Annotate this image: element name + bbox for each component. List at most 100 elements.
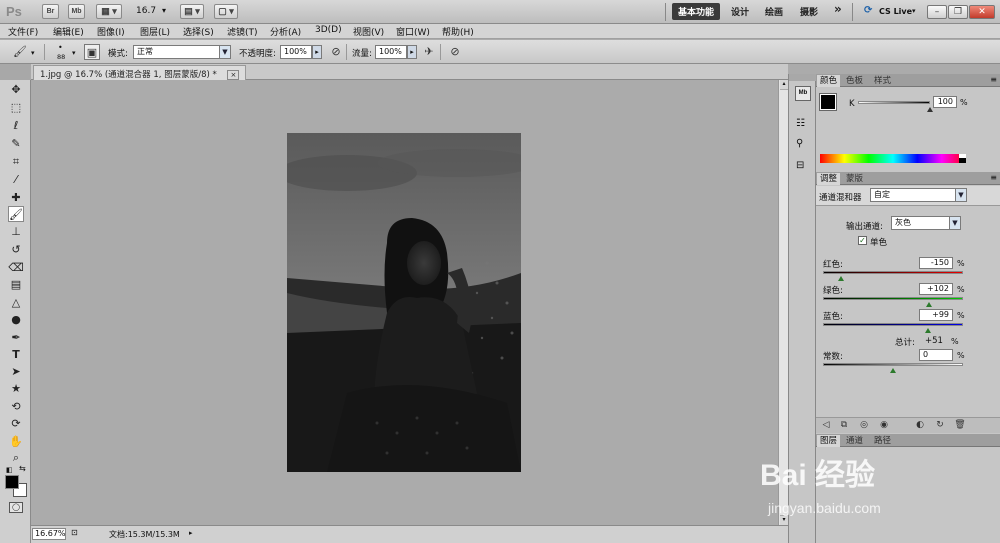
workspace-essentials[interactable]: 基本功能 bbox=[672, 3, 721, 20]
menu-select[interactable]: 选择(S) bbox=[183, 25, 214, 38]
healing-brush-tool-icon[interactable]: ✚ bbox=[8, 190, 24, 206]
green-slider-thumb[interactable] bbox=[925, 302, 932, 307]
bridge-button[interactable]: Br bbox=[42, 4, 59, 19]
brush-tool-icon[interactable]: 🖌 bbox=[8, 206, 24, 222]
zoom-level[interactable]: 16.7 bbox=[136, 6, 156, 16]
reset-icon[interactable]: ↻ bbox=[934, 419, 946, 431]
color-panel-menu-icon[interactable]: ≡ bbox=[990, 75, 997, 84]
tablet-opacity-pressure-icon[interactable]: ⊘ bbox=[328, 44, 344, 60]
tab-paths[interactable]: 路径 bbox=[871, 435, 894, 447]
status-info-icon[interactable]: ⊡ bbox=[71, 528, 78, 537]
pen-tool-icon[interactable]: ✒ bbox=[8, 330, 24, 346]
swap-colors-icon[interactable]: ⇆ bbox=[19, 464, 26, 473]
visibility-eye-icon[interactable]: ◉ bbox=[878, 419, 890, 431]
monochrome-checkbox[interactable]: ✓ bbox=[858, 236, 867, 245]
lasso-tool-icon[interactable]: ℓ bbox=[8, 118, 24, 134]
screen-mode-button[interactable]: ▢ ▾ bbox=[214, 4, 238, 19]
output-channel-select[interactable]: 灰色 ▼ bbox=[891, 216, 961, 230]
workspace-painting[interactable]: 绘画 bbox=[765, 5, 783, 18]
k-channel-slider[interactable] bbox=[858, 101, 930, 104]
3d-orbit-tool-icon[interactable]: ⟳ bbox=[8, 416, 24, 432]
minibridge-panel-icon[interactable]: Mb bbox=[795, 86, 811, 101]
expand-view-icon[interactable]: ⧉ bbox=[838, 419, 850, 431]
clone-stamp-tool-icon[interactable]: ⊥ bbox=[8, 224, 24, 240]
actions-panel-icon[interactable]: ⚲ bbox=[796, 138, 803, 149]
opacity-slider-arrow-icon[interactable]: ▸ bbox=[312, 45, 322, 59]
brush-panel-toggle-icon[interactable]: ▣ bbox=[84, 44, 100, 60]
workspace-design[interactable]: 设计 bbox=[731, 5, 749, 18]
clip-to-layer-icon[interactable]: ◎ bbox=[858, 419, 870, 431]
close-document-icon[interactable]: × bbox=[227, 70, 240, 80]
tab-masks[interactable]: 蒙版 bbox=[843, 173, 866, 185]
menu-analysis[interactable]: 分析(A) bbox=[270, 25, 301, 38]
zoom-dropdown-icon[interactable]: ▾ bbox=[162, 6, 166, 15]
close-window-button[interactable]: ✕ bbox=[969, 5, 995, 19]
eyedropper-tool-icon[interactable]: ⁄ bbox=[8, 172, 24, 188]
brush-picker-dropdown-icon[interactable]: ▾ bbox=[72, 49, 76, 57]
quick-selection-tool-icon[interactable]: ✎ bbox=[8, 136, 24, 152]
red-value-input[interactable]: -150 bbox=[919, 257, 953, 269]
canvas-area[interactable] bbox=[31, 80, 778, 525]
tab-swatches[interactable]: 色板 bbox=[843, 75, 866, 87]
menu-window[interactable]: 窗口(W) bbox=[396, 25, 430, 38]
blur-tool-icon[interactable]: △ bbox=[8, 295, 24, 311]
eraser-tool-icon[interactable]: ⌫ bbox=[8, 260, 24, 276]
brush-tool-preset-icon[interactable]: 🖌 bbox=[12, 44, 28, 60]
minibridge-button[interactable]: Mb bbox=[68, 4, 85, 19]
preset-select[interactable]: 自定 ▼ bbox=[870, 188, 967, 202]
brush-tip-icon[interactable]: • bbox=[58, 43, 63, 52]
restore-button[interactable]: ❐ bbox=[948, 5, 968, 19]
document-tab[interactable]: 1.jpg @ 16.7% (通道混合器 1, 图层蒙版/8) * × bbox=[33, 65, 247, 80]
opacity-input[interactable]: 100% bbox=[280, 45, 312, 59]
blue-slider-thumb[interactable] bbox=[924, 328, 931, 333]
dodge-tool-icon[interactable]: ● bbox=[8, 312, 24, 328]
scroll-up-icon[interactable]: ▴ bbox=[780, 80, 788, 90]
k-value-input[interactable]: 100 bbox=[933, 96, 957, 108]
view-previous-state-icon[interactable]: ◐ bbox=[914, 419, 926, 431]
flow-slider-arrow-icon[interactable]: ▸ bbox=[407, 45, 417, 59]
tool-preset-dropdown-icon[interactable]: ▾ bbox=[31, 49, 35, 57]
blue-value-input[interactable]: +99 bbox=[919, 309, 953, 321]
arrange-documents-button[interactable]: ▤ ▾ bbox=[180, 4, 204, 19]
constant-slider-thumb[interactable] bbox=[890, 368, 896, 373]
green-value-input[interactable]: +102 bbox=[919, 283, 953, 295]
green-slider[interactable] bbox=[823, 297, 963, 300]
menu-help[interactable]: 帮助(H) bbox=[442, 25, 474, 38]
view-extras-button[interactable]: ▦ ▾ bbox=[96, 4, 122, 19]
red-slider[interactable] bbox=[823, 271, 963, 274]
move-tool-icon[interactable]: ✥ bbox=[8, 82, 24, 98]
tab-styles[interactable]: 样式 bbox=[871, 75, 894, 87]
quick-mask-icon[interactable]: ◯ bbox=[9, 502, 23, 513]
constant-value-input[interactable]: 0 bbox=[919, 349, 953, 361]
menu-3d[interactable]: 3D(D) bbox=[315, 25, 342, 35]
tablet-size-pressure-icon[interactable]: ⊘ bbox=[447, 44, 463, 60]
menu-image[interactable]: 图像(I) bbox=[97, 25, 125, 38]
flow-input[interactable]: 100% bbox=[375, 45, 407, 59]
tab-channels[interactable]: 通道 bbox=[843, 435, 866, 447]
marquee-tool-icon[interactable]: ⬚ bbox=[8, 100, 24, 116]
red-slider-thumb[interactable] bbox=[837, 276, 844, 281]
crop-tool-icon[interactable]: ⌗ bbox=[8, 154, 24, 170]
menu-file[interactable]: 文件(F) bbox=[8, 25, 38, 38]
tab-layers[interactable]: 图层 bbox=[817, 435, 841, 447]
menu-filter[interactable]: 滤镜(T) bbox=[227, 25, 258, 38]
menu-layer[interactable]: 图层(L) bbox=[140, 25, 170, 38]
zoom-percent-field[interactable]: 16.67% bbox=[32, 528, 66, 540]
status-menu-arrow-icon[interactable]: ▸ bbox=[189, 529, 193, 537]
tab-adjustments[interactable]: 调整 bbox=[817, 173, 841, 185]
more-workspaces-button[interactable]: » bbox=[834, 2, 842, 16]
hand-tool-icon[interactable]: ✋ bbox=[8, 434, 24, 450]
scroll-down-icon[interactable]: ▾ bbox=[780, 515, 788, 525]
color-spectrum-bar[interactable] bbox=[820, 154, 966, 163]
foreground-color-swatch[interactable] bbox=[5, 475, 19, 489]
delete-adjustment-icon[interactable]: 🗑 bbox=[954, 419, 966, 431]
document-image[interactable] bbox=[287, 133, 521, 472]
airbrush-icon[interactable]: ✈ bbox=[421, 44, 437, 60]
menu-edit[interactable]: 编辑(E) bbox=[53, 25, 84, 38]
cs-live-button[interactable]: CS Live bbox=[879, 7, 912, 16]
shape-tool-icon[interactable]: ★ bbox=[8, 381, 24, 397]
gradient-tool-icon[interactable]: ▤ bbox=[8, 277, 24, 293]
3d-rotate-tool-icon[interactable]: ⟲ bbox=[8, 399, 24, 415]
tab-color[interactable]: 颜色 bbox=[817, 75, 841, 87]
constant-slider[interactable] bbox=[823, 363, 963, 366]
